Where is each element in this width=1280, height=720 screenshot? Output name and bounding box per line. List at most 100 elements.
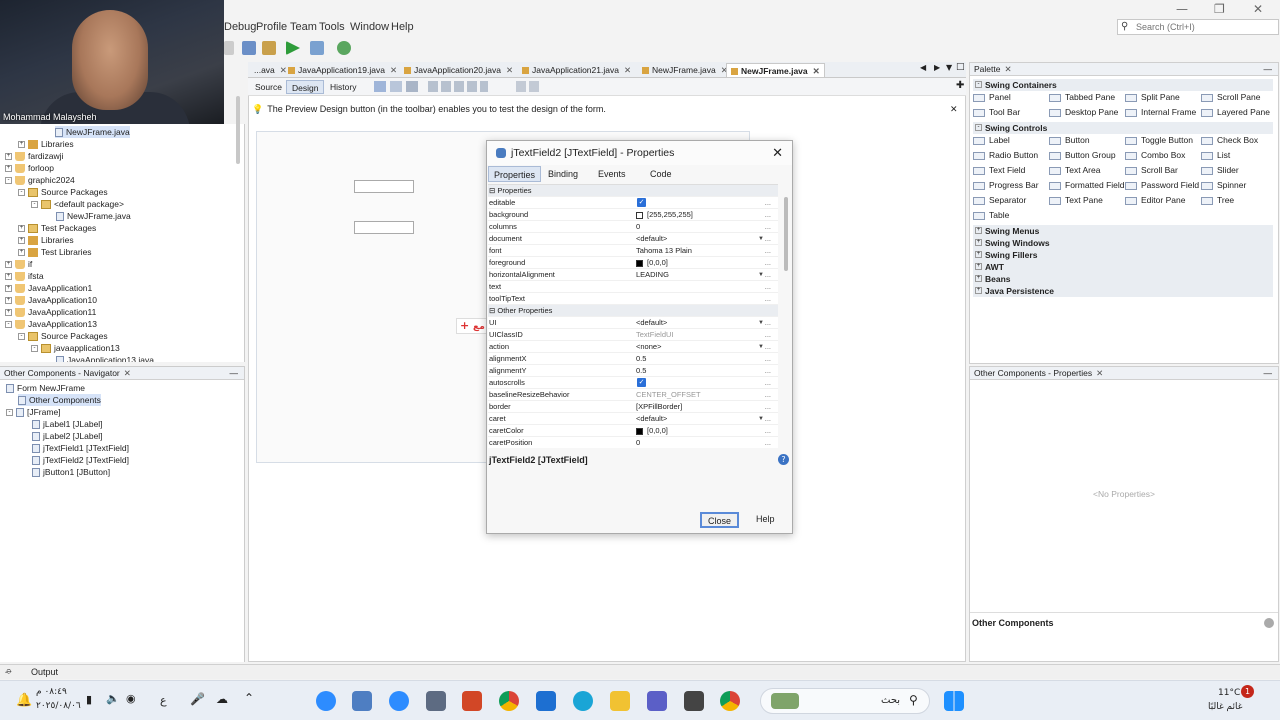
palette-item[interactable]: Progress Bar xyxy=(973,179,1039,191)
property-row[interactable]: editable ✓... xyxy=(488,197,778,209)
property-row[interactable]: action <none> ▼... xyxy=(488,341,778,353)
clock-time[interactable]: ٠٨:٤٩ م xyxy=(36,687,67,697)
palette-item[interactable]: Layered Pane xyxy=(1201,106,1270,118)
resize-icons[interactable] xyxy=(516,81,540,92)
property-checkbox[interactable]: ✓ xyxy=(637,198,646,207)
property-editor-button[interactable]: ... xyxy=(765,281,771,293)
collapse-icon[interactable]: - xyxy=(18,189,25,197)
projects-scrollbar[interactable] xyxy=(236,96,240,164)
property-checkbox[interactable]: ✓ xyxy=(637,378,646,387)
palette-item[interactable]: Panel xyxy=(973,91,1011,103)
expand-icon[interactable]: + xyxy=(18,237,25,245)
palette-item[interactable]: Slider xyxy=(1201,164,1239,176)
property-value[interactable]: [255,255,255] xyxy=(636,209,693,221)
palette-item[interactable]: Button Group xyxy=(1049,149,1116,161)
property-row[interactable]: caret <default> ▼... xyxy=(488,413,778,425)
tree-item[interactable]: + Test Packages xyxy=(18,222,96,234)
palette-item[interactable]: Radio Button xyxy=(973,149,1038,161)
close-window-icon[interactable]: ✕ xyxy=(1253,2,1263,16)
property-value[interactable]: <default> xyxy=(636,233,667,245)
tab-events[interactable]: Events xyxy=(593,166,631,182)
add-tag-icon[interactable]: + مع xyxy=(456,318,488,334)
palette-item[interactable]: Internal Frame xyxy=(1125,106,1196,118)
palette-section[interactable]: + Swing Fillers xyxy=(973,249,1273,261)
toolbar-dropdown-icon[interactable] xyxy=(224,41,234,55)
navigator-item[interactable]: Other Components xyxy=(18,394,101,406)
help-icon[interactable]: ? xyxy=(778,454,789,465)
tab-design[interactable]: Design xyxy=(286,80,325,94)
property-editor-button[interactable]: ... xyxy=(765,209,771,221)
tree-item[interactable]: NewJFrame.java xyxy=(56,210,131,222)
tab-code[interactable]: Code xyxy=(645,166,677,182)
palette-section[interactable]: + Beans xyxy=(973,273,1273,285)
collapse-icon[interactable]: - xyxy=(31,345,38,353)
notification-bell-icon[interactable]: 🔔 xyxy=(16,693,32,708)
collapse-icon[interactable]: - xyxy=(5,321,12,329)
property-row[interactable]: alignmentY 0.5... xyxy=(488,365,778,377)
navigator-item[interactable]: jTextField1 [JTextField] xyxy=(32,442,129,454)
property-value[interactable]: CENTER_OFFSET xyxy=(636,389,701,401)
tab-source[interactable]: Source xyxy=(250,80,287,94)
collapse-icon[interactable]: - xyxy=(18,333,25,341)
property-value[interactable]: <default> xyxy=(636,317,667,329)
property-sheet-scrollbar[interactable] xyxy=(784,197,788,271)
navigator-item[interactable]: jTextField2 [JTextField] xyxy=(32,454,129,466)
chrome-icon-2[interactable] xyxy=(720,691,740,711)
tree-item[interactable]: + ifsta xyxy=(5,270,44,282)
build-icon[interactable] xyxy=(242,41,256,55)
editor-tab[interactable]: NewJFrame.java ✕ xyxy=(726,63,825,77)
input-language[interactable]: ع xyxy=(160,694,167,707)
minimize-icon[interactable]: — xyxy=(1176,2,1188,16)
palette-item[interactable]: Label xyxy=(973,134,1010,146)
wifi-icon[interactable]: ◉ xyxy=(126,692,136,705)
minimize-panel-icon[interactable]: — xyxy=(1264,63,1273,76)
weather-text[interactable]: غائم غالبًا xyxy=(1208,702,1242,712)
tab-history[interactable]: History xyxy=(325,80,361,94)
show-hidden-icons[interactable]: ⌃ xyxy=(244,691,254,705)
collapse-icon[interactable]: - xyxy=(6,409,13,417)
property-value[interactable]: TextFieldUI xyxy=(636,329,674,341)
windows-start-icon[interactable] xyxy=(944,691,964,711)
minimize-panel-icon[interactable]: — xyxy=(230,367,239,380)
property-editor-button[interactable]: ... xyxy=(765,221,771,233)
file-explorer-icon[interactable] xyxy=(610,691,630,711)
tree-item[interactable]: + Libraries xyxy=(18,234,74,246)
close-icon[interactable]: ✕ xyxy=(1004,64,1011,74)
property-editor-button[interactable]: ... xyxy=(765,353,771,365)
property-value[interactable]: [0,0,0] xyxy=(636,425,668,437)
palette-item[interactable]: Text Pane xyxy=(1049,194,1103,206)
tree-item[interactable]: JavaApplication13.java xyxy=(56,354,154,362)
property-row[interactable]: font Tahoma 13 Plain... xyxy=(488,245,778,257)
property-row[interactable]: autoscrolls ✓... xyxy=(488,377,778,389)
property-row[interactable]: document <default> ▼... xyxy=(488,233,778,245)
expand-icon[interactable]: + xyxy=(975,239,982,246)
property-editor-button[interactable]: ... xyxy=(765,257,771,269)
output-icon[interactable]: ⌮ xyxy=(5,667,12,677)
zoom-app-icon[interactable] xyxy=(316,691,336,711)
expand-icon[interactable]: + xyxy=(5,165,12,173)
property-editor-button[interactable]: ... xyxy=(765,377,771,389)
editor-tab[interactable]: JavaApplication21.java ✕ xyxy=(518,63,635,77)
netbeans-app-icon[interactable] xyxy=(352,691,372,711)
palette-item[interactable]: Table xyxy=(973,209,1009,221)
output-tab[interactable]: Output xyxy=(31,667,58,677)
property-editor-button[interactable]: ... xyxy=(765,197,771,209)
debug-icon[interactable] xyxy=(310,41,324,55)
network-icon[interactable]: ☁ xyxy=(216,692,228,706)
collapse-icon[interactable]: - xyxy=(975,124,982,131)
tree-item[interactable]: - <default package> xyxy=(31,198,124,210)
property-editor-button[interactable]: ... xyxy=(765,437,771,448)
help-icon[interactable] xyxy=(1264,618,1274,628)
property-category[interactable]: ⊟ Properties xyxy=(488,185,778,197)
collapse-icon[interactable]: - xyxy=(5,177,12,185)
palette-item[interactable]: Separator xyxy=(973,194,1026,206)
tree-item[interactable]: NewJFrame.java xyxy=(55,126,130,138)
app-icon-2[interactable] xyxy=(684,691,704,711)
tree-item[interactable]: - JavaApplication13 xyxy=(5,318,97,330)
tab-properties[interactable]: Properties xyxy=(488,166,542,182)
tree-item[interactable]: + if xyxy=(5,258,32,270)
property-editor-button[interactable]: ... xyxy=(765,365,771,377)
property-editor-button[interactable]: ... xyxy=(765,341,771,353)
tree-item[interactable]: - graphic2024 xyxy=(5,174,75,186)
close-icon[interactable]: ✕ xyxy=(390,65,397,75)
